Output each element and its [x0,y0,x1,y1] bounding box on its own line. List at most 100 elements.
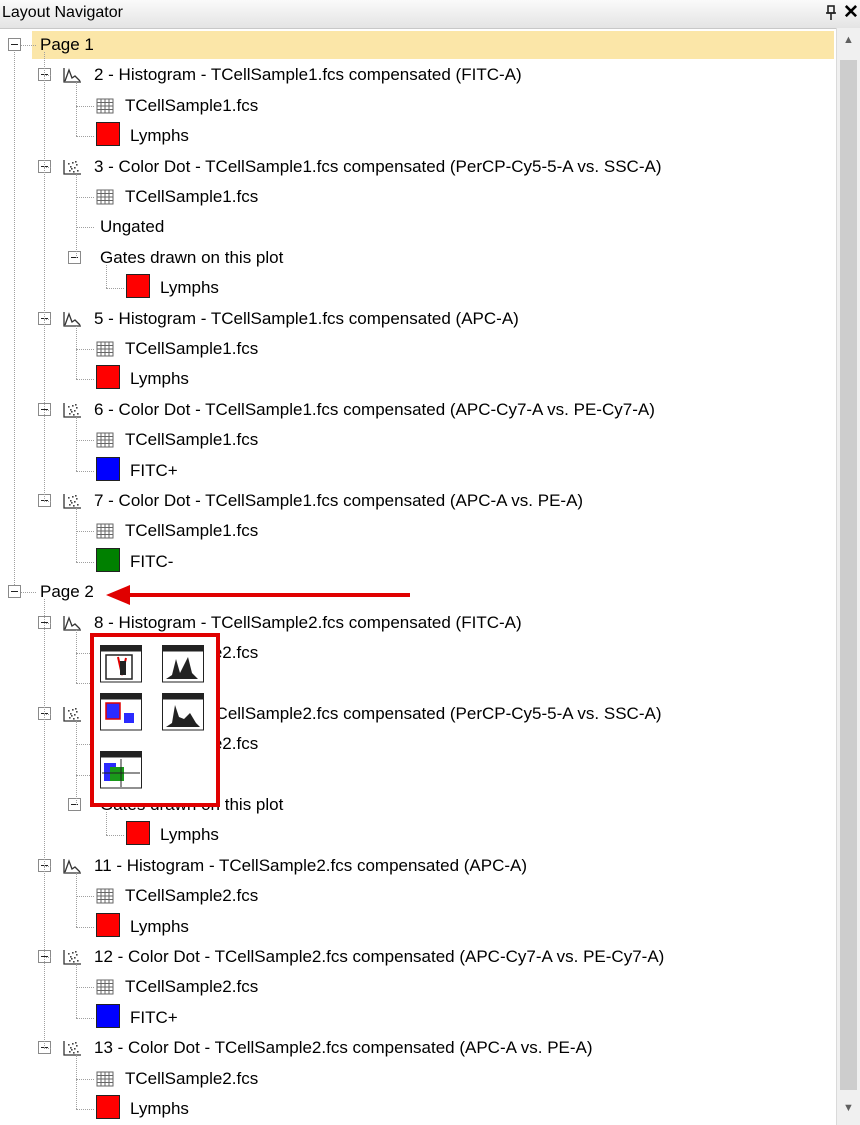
tree-node-label: Lymphs [130,369,189,389]
tree-guide-line [76,136,94,138]
thumbnail-plot-4 [162,693,204,731]
tree-node-sample[interactable]: TCellSample1.fcs [0,335,834,363]
tree-node-label: Lymphs [130,126,189,146]
tree-node-sample[interactable]: TCellSample2.fcs [0,973,834,1001]
tree-node-gate[interactable]: FITC- [0,547,834,576]
tree-node-label: TCellSample1.fcs [125,187,259,206]
histogram-icon [62,857,82,880]
tree-node-plot[interactable]: 3 - Color Dot - TCellSample1.fcs compens… [0,153,834,181]
tree-guide-line [76,1078,94,1080]
tree-node-label: Ungated [100,217,165,237]
tree-guide-line [76,197,94,198]
layout-tree[interactable]: Page 12 - Histogram - TCellSample1.fcs c… [0,28,836,1125]
tree-guide-line [14,52,15,586]
tree-node-label: 7 - Color Dot - TCellSample1.fcs compens… [94,491,584,510]
histogram-icon [62,66,82,89]
close-icon[interactable]: ✕ [843,1,859,24]
tree-guide-line [76,470,94,472]
tree-guide-line [76,561,94,563]
scrollbar-thumb[interactable] [840,60,857,1090]
tree-guide-line [44,599,45,1049]
tree-guide-line [76,508,77,562]
collapse-toggle-icon[interactable] [8,585,21,599]
gate-color-swatch [126,821,150,846]
tree-node-gate[interactable]: Lymphs [0,912,834,941]
histogram-icon [62,614,82,637]
tree-node-gate[interactable]: Lymphs [0,1095,834,1123]
tree-node-label: 11 - Histogram - TCellSample2.fcs compen… [94,855,528,875]
tree-node-label: Page 1 [40,35,94,54]
tree-guide-line [76,227,94,229]
tree-guide-line [44,409,51,411]
tree-node-plot[interactable]: 7 - Color Dot - TCellSample1.fcs compens… [0,487,834,515]
tree-node-label: TCellSample1.fcs [125,95,259,115]
tree-node-sample[interactable]: TCellSample1.fcs [0,183,834,211]
tree-node-gate[interactable]: Lymphs [0,365,834,393]
gate-color-swatch [126,274,150,299]
collapse-toggle-icon[interactable] [68,250,81,264]
tree-node-sample[interactable]: TCellSample2.fcs [0,882,834,910]
tree-node-label: TCellSample2.fcs [125,1068,259,1088]
tree-node-plot[interactable]: 12 - Color Dot - TCellSample2.fcs compen… [0,943,834,971]
scroll-down-arrow-icon[interactable]: ▼ [843,1102,854,1114]
collapse-toggle-icon[interactable] [68,798,81,811]
tree-node-sample[interactable]: TCellSample1.fcs [0,517,834,545]
dotplot-icon [62,1039,82,1062]
tree-node-group[interactable]: Gates drawn on this plot [0,244,834,272]
tree-guide-line [21,45,36,46]
tree-node-label: Lymphs [160,825,219,845]
tree-node-label: Page 2 [40,582,94,602]
tree-guide-line [76,440,94,442]
tree-node-subgate[interactable]: Lymphs [0,274,834,302]
tree-node-page[interactable]: Page 1 [8,31,834,59]
grid-icon [96,431,116,454]
gate-color-swatch [96,365,120,390]
tree-guide-line [44,75,51,77]
tree-node-gate[interactable]: Lymphs [0,122,834,150]
tree-node-label: 8 - Histogram - TCellSample2.fcs compens… [94,612,522,632]
panel-title: Layout Navigator [2,4,123,21]
tree-node-label: Lymphs [130,916,189,936]
tree-node-sample[interactable]: TCellSample1.fcs [0,92,834,120]
tree-node-plot[interactable]: 2 - Histogram - TCellSample1.fcs compens… [0,61,834,89]
tree-node-label: Gates drawn on this plot [100,247,284,267]
tree-guide-line [44,865,51,867]
tree-guide-line [106,288,124,290]
tree-node-gate[interactable]: FITC+ [0,1003,834,1032]
tree-node-plot[interactable]: 6 - Color Dot - TCellSample1.fcs compens… [0,396,834,424]
tree-node-label: 5 - Histogram - TCellSample1.fcs compens… [94,308,519,328]
page-thumbnail-popup [90,633,220,807]
tree-node-sample[interactable]: TCellSample1.fcs [0,426,834,454]
dotplot-icon [62,492,82,515]
pin-icon[interactable] [824,3,838,23]
tree-guide-line [106,264,107,289]
thumbnail-plot-5 [100,751,142,789]
gate-color-swatch [96,456,120,481]
collapse-toggle-icon[interactable] [8,38,21,51]
tree-guide-line [44,166,51,168]
tree-node-subgate[interactable]: Lymphs [0,821,834,849]
tree-guide-line [76,379,94,381]
tree-guide-line [76,349,94,350]
tree-node-gate[interactable]: FITC+ [0,456,834,485]
histogram-icon [62,310,82,333]
tree-node-plot[interactable]: 5 - Histogram - TCellSample1.fcs compens… [0,305,834,333]
thumbnail-plot-3 [100,693,142,731]
tree-node-label: 2 - Histogram - TCellSample1.fcs compens… [94,65,522,85]
tree-node-sample[interactable]: TCellSample2.fcs [0,1065,834,1093]
tree-node-plot[interactable]: 13 - Color Dot - TCellSample2.fcs compen… [0,1034,834,1062]
tree-node-text[interactable]: Ungated [0,213,834,241]
tree-node-plot[interactable]: 11 - Histogram - TCellSample2.fcs compen… [0,852,834,880]
tree-node-label: TCellSample2.fcs [125,977,259,997]
tree-guide-line [44,501,51,502]
scroll-up-arrow-icon[interactable]: ▲ [843,34,854,46]
vertical-scrollbar[interactable]: ▲ ▼ [836,28,860,1125]
tree-guide-line [44,318,51,320]
tree-guide-line [106,812,107,836]
tree-guide-line [76,964,77,1018]
grid-icon [96,97,116,120]
grid-icon [96,340,116,363]
tree-guide-line [44,713,51,715]
gate-color-swatch [96,912,120,937]
gate-color-swatch [96,1095,120,1119]
